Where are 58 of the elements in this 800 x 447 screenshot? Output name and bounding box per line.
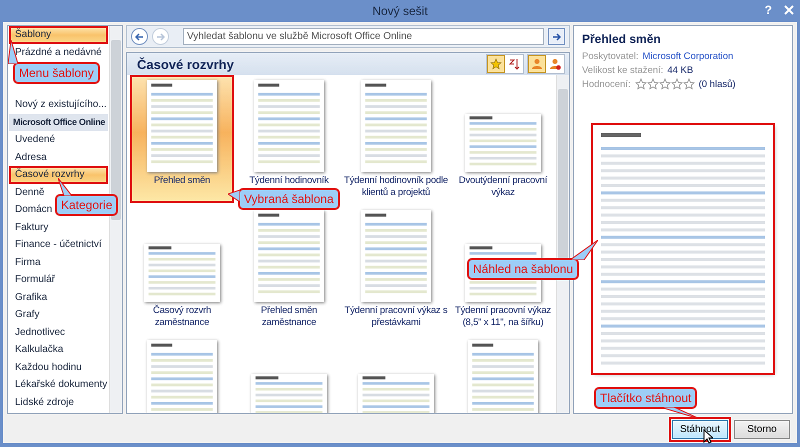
sidebar-item[interactable]: Uvedené <box>9 131 108 148</box>
sidebar-item[interactable]: Finance - účetnictví <box>9 236 108 254</box>
search-field[interactable]: Vyhledat šablonu ve službě Microsoft Office Online <box>183 28 544 45</box>
window-title: Nový sešit <box>372 4 428 18</box>
gallery-title: Časové rozvrhy <box>137 56 235 72</box>
star-icon <box>682 78 695 90</box>
star-icon <box>634 78 647 90</box>
template-label: Dvoutýdenní pracovní výkaz <box>458 175 548 199</box>
sidebar-item[interactable]: Lékařské dokumenty <box>9 376 108 394</box>
sidebar-item[interactable]: Faktury <box>9 218 108 236</box>
sidebar-item[interactable]: Šablony <box>9 26 108 44</box>
sidebar-item[interactable]: Firma <box>9 254 108 271</box>
sidebar-item[interactable]: Kalkulačka <box>9 341 108 358</box>
annotation-tooltip: Náhled na šablonu <box>467 258 580 280</box>
sidebar-item[interactable]: Nový z existujícího... <box>9 96 108 114</box>
sidebar-item[interactable]: Každou hodinu <box>9 358 108 376</box>
sidebar-item[interactable]: Lidské zdroje <box>9 394 108 411</box>
annotation-pointer-tooltip <box>570 240 598 260</box>
field-value: (0 hlasů) <box>698 78 736 90</box>
right-arrow-icon <box>156 32 165 40</box>
person-icon <box>531 58 543 70</box>
star-icon <box>670 78 683 90</box>
search-go-button[interactable] <box>548 28 565 45</box>
template-label: Přehled směn zaměstnance <box>260 305 318 329</box>
left-arrow-icon <box>135 32 144 40</box>
field-value: 44 KB <box>667 64 694 76</box>
sidebar-item[interactable]: Grafika <box>9 288 108 306</box>
annotation-pointer-tooltip <box>228 190 240 202</box>
template-label: Časový rozvrh zaměstnance <box>152 305 212 329</box>
field-label: Velikost ke stažení: <box>582 64 664 76</box>
template-label: Přehled směn <box>154 175 210 187</box>
template-tile[interactable]: Přehled směn <box>130 75 234 203</box>
right-arrow-icon <box>552 32 561 40</box>
template-label: Týdenní hodinovník <box>249 175 329 187</box>
template-label: Týdenní hodinovník podle klientů a projektů <box>344 175 448 199</box>
back-button[interactable] <box>131 28 148 45</box>
annotation-pointer-tooltip <box>58 178 72 196</box>
star-icon <box>658 78 671 90</box>
sort-button[interactable] <box>487 55 505 73</box>
star-sort-icon <box>490 58 502 70</box>
sidebar-item[interactable]: Formulář <box>9 271 108 288</box>
sidebar-item[interactable]: Jednotlivec <box>9 324 108 341</box>
close-icon[interactable] <box>784 5 794 15</box>
template-title: Přehled směn <box>582 32 662 46</box>
cancel-button[interactable]: Storno <box>734 420 790 438</box>
annotation-tooltip: Menu šablony <box>13 62 100 84</box>
sidebar-header: Microsoft Office Online <box>9 114 108 131</box>
sidebar-item[interactable]: Časové rozvrhy <box>9 166 108 184</box>
person-remove-icon <box>549 58 561 70</box>
template-label: Týdenní pracovní výkaz s přestávkami <box>344 305 448 329</box>
field-label: Hodnocení: <box>582 78 631 90</box>
template-label: Týdenní pracovní výkaz (8,5" x 11", na šířku) <box>454 305 552 329</box>
star-icon <box>646 78 659 90</box>
provider-link[interactable]: Microsoft Corporation <box>642 50 734 62</box>
alphabetical-sort-icon <box>508 58 520 70</box>
field-label: Poskytovatel: <box>582 50 638 62</box>
sidebar-item[interactable]: Adresa <box>9 148 108 166</box>
sidebar-item[interactable]: Grafy <box>9 306 108 324</box>
